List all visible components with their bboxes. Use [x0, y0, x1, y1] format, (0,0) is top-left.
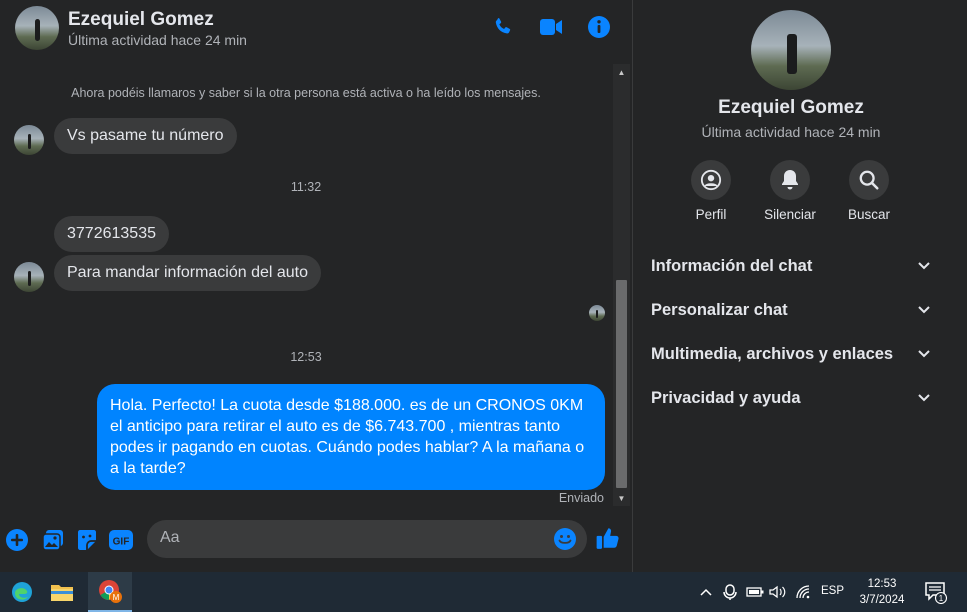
scroll-thumb[interactable]	[616, 280, 627, 488]
scroll-up-arrow-icon[interactable]: ▲	[613, 64, 630, 80]
profile-icon	[691, 160, 731, 200]
chrome-icon[interactable]: M	[88, 572, 132, 612]
profile-button-label: Perfil	[695, 207, 727, 222]
info-icon[interactable]	[586, 14, 612, 40]
sender-avatar[interactable]	[14, 125, 44, 155]
chevron-up-icon[interactable]	[696, 582, 716, 602]
contact-status: Última actividad hace 24 min	[68, 32, 247, 48]
wifi-icon[interactable]	[794, 582, 814, 602]
timestamp: 11:32	[290, 180, 322, 194]
section-label: Personalizar chat	[651, 300, 788, 319]
clock-time: 12:53	[867, 578, 897, 590]
mute-button-label: Silenciar	[764, 207, 816, 222]
chevron-down-icon	[918, 394, 930, 402]
like-icon[interactable]	[595, 525, 621, 551]
emoji-icon[interactable]	[553, 527, 577, 551]
input-language[interactable]: ESP	[821, 585, 844, 597]
gallery-icon[interactable]	[40, 527, 66, 553]
file-explorer-icon[interactable]	[40, 572, 84, 612]
section-media-files-links[interactable]: Multimedia, archivos y enlaces	[643, 334, 939, 374]
incoming-message[interactable]: Para mandar información del auto	[54, 255, 322, 291]
profile-avatar[interactable]	[751, 10, 831, 90]
chat-header: Ezequiel Gomez Última actividad hace 24 …	[0, 0, 632, 58]
video-icon[interactable]	[538, 14, 564, 40]
search-icon	[849, 160, 889, 200]
search-button[interactable]: Buscar	[829, 160, 909, 222]
gif-label: GIF	[113, 537, 130, 548]
battery-icon[interactable]	[745, 582, 765, 602]
message-list: Ahora podéis llamaros y saber si la otra…	[0, 64, 612, 509]
chevron-down-icon	[918, 306, 930, 314]
incoming-message[interactable]: Vs pasame tu número	[54, 118, 237, 154]
profile-name: Ezequiel Gomez	[718, 97, 864, 118]
chevron-down-icon	[918, 262, 930, 270]
message-input-box[interactable]	[147, 520, 587, 558]
plus-icon[interactable]	[4, 527, 30, 553]
bell-icon	[770, 160, 810, 200]
meet-now-icon[interactable]	[720, 582, 740, 602]
timestamp: 12:53	[290, 350, 322, 364]
phone-icon[interactable]	[490, 14, 516, 40]
contact-avatar[interactable]	[15, 6, 59, 50]
search-button-label: Buscar	[847, 207, 891, 222]
svg-text:M: M	[113, 593, 120, 602]
outgoing-message[interactable]: Hola. Perfecto! La cuota desde $188.000.…	[97, 384, 605, 490]
contact-name[interactable]: Ezequiel Gomez	[68, 9, 214, 31]
read-receipt-avatar	[589, 305, 605, 321]
section-label: Multimedia, archivos y enlaces	[651, 344, 894, 363]
section-label: Información del chat	[651, 256, 813, 275]
system-clock[interactable]: 12:53 3/7/2024	[852, 576, 912, 608]
sent-status: Enviado	[558, 491, 604, 505]
composer: GIF	[0, 515, 632, 565]
section-label: Privacidad y ayuda	[651, 388, 801, 407]
section-privacy-help[interactable]: Privacidad y ayuda	[643, 378, 939, 418]
chevron-down-icon	[918, 350, 930, 358]
system-note: Ahora podéis llamaros y saber si la otra…	[71, 86, 541, 100]
edge-icon[interactable]	[0, 572, 44, 612]
notification-center-icon[interactable]: 1	[924, 580, 948, 605]
gif-icon[interactable]: GIF	[108, 527, 134, 553]
volume-icon[interactable]	[768, 582, 788, 602]
sticker-icon[interactable]	[74, 527, 100, 553]
mute-button[interactable]: Silenciar	[750, 160, 830, 222]
chat-pane: Ezequiel Gomez Última actividad hace 24 …	[0, 0, 632, 572]
incoming-message[interactable]: 3772613535	[54, 216, 169, 252]
sender-avatar[interactable]	[14, 262, 44, 292]
notification-count: 1	[939, 594, 944, 603]
message-scrollbar[interactable]: ▲ ▼	[613, 64, 630, 506]
header-actions	[490, 14, 612, 40]
profile-status: Última actividad hace 24 min	[701, 124, 881, 140]
messenger-window: Ezequiel Gomez Última actividad hace 24 …	[0, 0, 967, 572]
clock-date: 3/7/2024	[859, 594, 905, 606]
conversation-info-panel: Ezequiel Gomez Última actividad hace 24 …	[633, 0, 967, 572]
section-customize-chat[interactable]: Personalizar chat	[643, 290, 939, 330]
message-input[interactable]	[160, 529, 540, 547]
profile-button[interactable]: Perfil	[671, 160, 751, 222]
section-chat-info[interactable]: Información del chat	[643, 246, 939, 286]
windows-taskbar: M ESP 12:53 3/7/2024 1	[0, 572, 967, 612]
scroll-down-arrow-icon[interactable]: ▼	[613, 490, 630, 506]
